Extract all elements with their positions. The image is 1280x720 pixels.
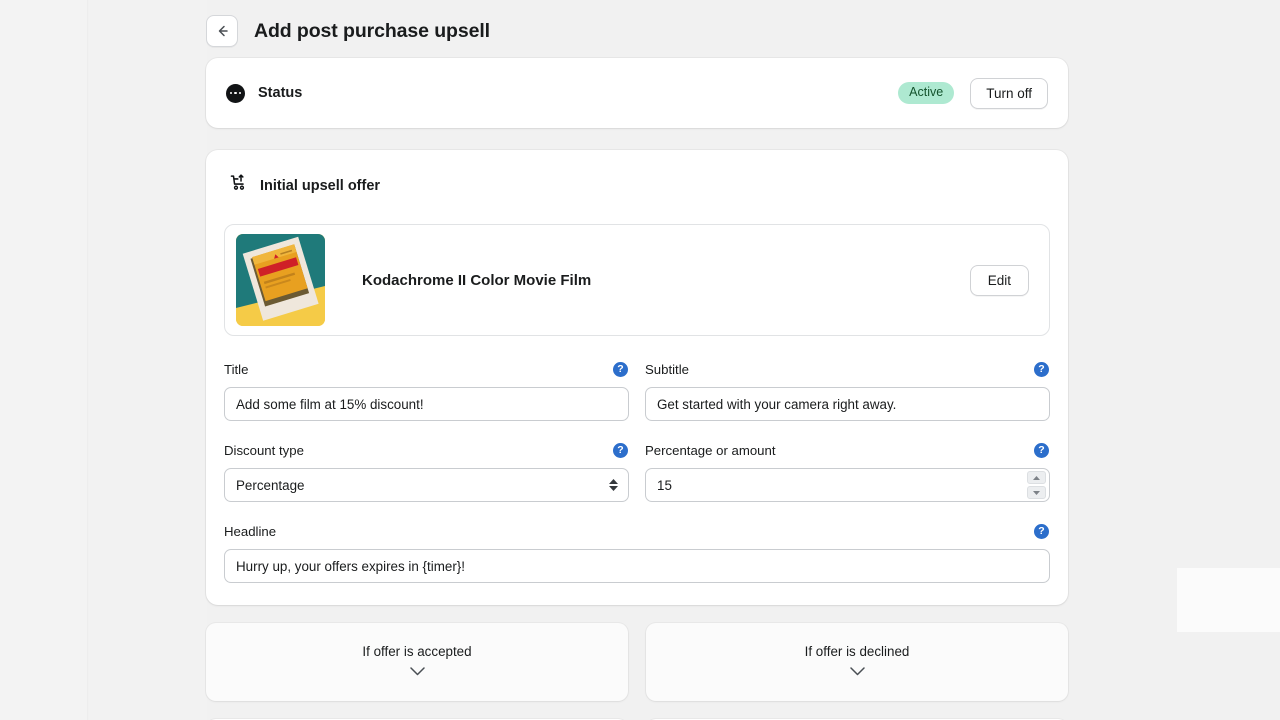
edit-product-button[interactable]: Edit [969,264,1029,296]
left-rail-secondary [89,0,207,720]
collapsible-row: If offer is accepted If offer is decline… [206,623,1068,701]
product-thumbnail [236,234,325,326]
collapsible-offer-accepted[interactable]: If offer is accepted [206,623,628,701]
field-percentage-top: Percentage or amount ? [645,439,1050,461]
headline-label: Headline [224,523,277,539]
discount-type-select[interactable]: Percentage [224,468,629,502]
help-icon[interactable]: ? [613,442,628,458]
app-root: Add post purchase upsell Status Active T… [0,0,1280,720]
upsell-card-header: Initial upsell offer [230,174,1050,198]
product-row: Kodachrome II Color Movie Film Edit [224,224,1050,336]
help-icon[interactable]: ? [1034,442,1049,458]
field-subtitle: Subtitle ? [645,358,1050,421]
help-icon[interactable]: ? [613,361,628,377]
status-dots-icon [226,83,245,103]
headline-input[interactable] [224,549,1050,583]
form-row-title-subtitle: Title ? Subtitle ? [224,358,1050,421]
stepper-up-button[interactable] [1027,471,1046,484]
quantity-stepper [1027,471,1046,499]
help-icon[interactable]: ? [1034,523,1049,539]
initial-upsell-card: Initial upsell offer Kodachrome II Color… [206,150,1068,605]
collapsible-offer-declined[interactable]: If offer is declined [646,623,1068,701]
status-label: Status [258,85,303,101]
main-content: Add post purchase upsell Status Active T… [206,0,1068,720]
discount-type-value: Percentage [236,477,305,493]
form-row-discount: Discount type ? Percentage Percentage or… [224,439,1050,502]
subtitle-input[interactable] [645,387,1050,421]
arrow-left-icon [214,23,230,39]
percentage-or-amount-input[interactable]: 15 [645,468,1050,502]
field-title-top: Title ? [224,358,629,380]
status-card: Status Active Turn off [206,58,1068,128]
form-row-headline: Headline ? [224,520,1050,583]
status-card-left: Status [226,83,303,103]
back-button[interactable] [206,15,238,47]
right-panel-edge [1177,568,1280,632]
collapsible-label: If offer is declined [804,643,910,659]
cart-up-icon [230,174,249,198]
field-headline: Headline ? [224,520,1050,583]
percentage-or-amount-value: 15 [657,477,672,493]
page-header: Add post purchase upsell [206,0,1068,54]
select-chevrons-icon [609,479,618,491]
upsell-card-title: Initial upsell offer [260,178,381,194]
subtitle-label: Subtitle [645,361,689,377]
field-discount-type: Discount type ? Percentage [224,439,629,502]
status-badge: Active [898,82,955,104]
percentage-or-amount-label: Percentage or amount [645,442,776,458]
collapsible-label: If offer is accepted [362,643,472,659]
field-title: Title ? [224,358,629,421]
help-icon[interactable]: ? [1034,361,1049,377]
field-headline-top: Headline ? [224,520,1050,542]
left-rail [0,0,88,720]
discount-type-label: Discount type [224,442,304,458]
stepper-down-button[interactable] [1027,486,1046,499]
page-title: Add post purchase upsell [254,19,490,42]
title-input[interactable] [224,387,629,421]
turn-off-button[interactable]: Turn off [970,77,1048,109]
field-subtitle-top: Subtitle ? [645,358,1050,380]
upsell-form: Title ? Subtitle ? [224,358,1050,583]
chevron-down-icon [409,663,425,681]
field-discount-type-top: Discount type ? [224,439,629,461]
field-percentage-or-amount: Percentage or amount ? 15 [645,439,1050,502]
product-name: Kodachrome II Color Movie Film [362,271,592,289]
chevron-down-icon [849,663,865,681]
title-label: Title [224,361,249,377]
